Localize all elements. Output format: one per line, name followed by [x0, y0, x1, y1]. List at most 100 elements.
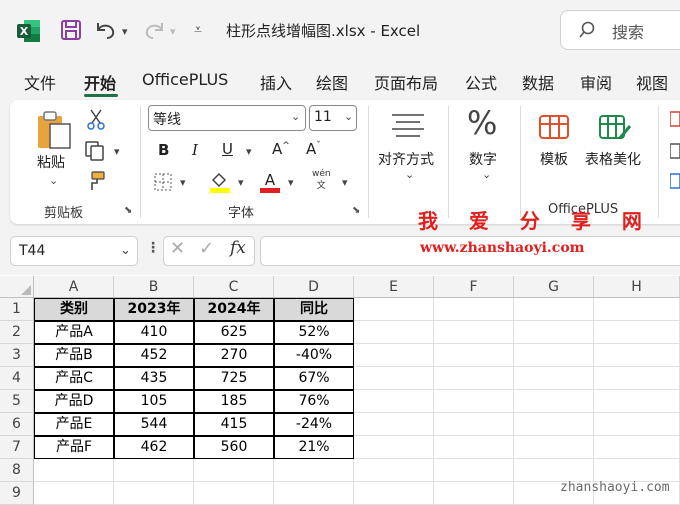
- cell-c3[interactable]: 270: [194, 344, 274, 367]
- cut-icon[interactable]: [86, 108, 106, 130]
- redo-dropdown-icon[interactable]: ▾: [170, 25, 176, 38]
- cell-e7[interactable]: [354, 436, 434, 459]
- cell-h5[interactable]: [594, 390, 680, 413]
- cell-a4[interactable]: 产品C: [34, 367, 114, 390]
- font-name-dropdown-icon[interactable]: ⌄: [291, 110, 300, 123]
- cell-b3[interactable]: 452: [114, 344, 194, 367]
- cell-h1[interactable]: [594, 298, 680, 321]
- phonetic-guide-icon[interactable]: wén 文: [312, 168, 331, 192]
- row-header-6[interactable]: 6: [0, 413, 34, 436]
- alignment-icon[interactable]: [390, 112, 426, 140]
- number-label[interactable]: 数字: [469, 149, 497, 169]
- cell-c4[interactable]: 725: [194, 367, 274, 390]
- tab-page-layout[interactable]: 页面布局: [374, 70, 438, 94]
- cell-c8[interactable]: [194, 459, 274, 482]
- column-header-e[interactable]: E: [354, 276, 434, 298]
- decrease-font-size-icon[interactable]: Aˇ: [306, 140, 321, 158]
- cell-e1[interactable]: [354, 298, 434, 321]
- border-icon[interactable]: [153, 172, 173, 192]
- fill-color-icon[interactable]: [208, 170, 232, 194]
- cell-c1[interactable]: 2024年: [194, 298, 274, 321]
- table-beautify-icon[interactable]: [598, 112, 632, 142]
- alignment-label[interactable]: 对齐方式: [378, 149, 434, 169]
- cell-d4[interactable]: 67%: [274, 367, 354, 390]
- insert-function-icon[interactable]: fx: [230, 238, 246, 258]
- italic-icon[interactable]: I: [192, 141, 198, 159]
- cell-d1[interactable]: 同比: [274, 298, 354, 321]
- cell-b7[interactable]: 462: [114, 436, 194, 459]
- cell-h3[interactable]: [594, 344, 680, 367]
- undo-icon[interactable]: [94, 19, 118, 41]
- column-header-b[interactable]: B: [114, 276, 194, 298]
- clipboard-launcher-icon[interactable]: ⬊: [124, 205, 132, 216]
- cell-f9[interactable]: [434, 482, 514, 505]
- cell-d5[interactable]: 76%: [274, 390, 354, 413]
- column-header-g[interactable]: G: [514, 276, 594, 298]
- percent-icon[interactable]: %: [467, 104, 497, 142]
- cell-g3[interactable]: [514, 344, 594, 367]
- row-header-8[interactable]: 8: [0, 459, 34, 482]
- underline-icon[interactable]: U: [222, 140, 233, 158]
- tab-view[interactable]: 视图: [636, 70, 668, 94]
- column-header-c[interactable]: C: [194, 276, 274, 298]
- cell-a2[interactable]: 产品A: [34, 321, 114, 344]
- cell-a7[interactable]: 产品F: [34, 436, 114, 459]
- paste-icon[interactable]: [36, 110, 74, 150]
- template-icon[interactable]: [538, 112, 572, 142]
- cell-b1[interactable]: 2023年: [114, 298, 194, 321]
- cell-a8[interactable]: [34, 459, 114, 482]
- tab-insert[interactable]: 插入: [260, 70, 292, 94]
- cell-b5[interactable]: 105: [114, 390, 194, 413]
- cell-d8[interactable]: [274, 459, 354, 482]
- cell-g6[interactable]: [514, 413, 594, 436]
- font-color-dropdown-icon[interactable]: ▾: [288, 176, 294, 189]
- cell-e8[interactable]: [354, 459, 434, 482]
- font-size-dropdown-icon[interactable]: ⌄: [344, 110, 353, 123]
- cell-c6[interactable]: 415: [194, 413, 274, 436]
- font-color-icon[interactable]: A: [258, 170, 282, 194]
- cell-d7[interactable]: 21%: [274, 436, 354, 459]
- format-painter-icon[interactable]: [84, 170, 106, 192]
- cell-e6[interactable]: [354, 413, 434, 436]
- cell-g2[interactable]: [514, 321, 594, 344]
- cell-e9[interactable]: [354, 482, 434, 505]
- cell-a9[interactable]: [34, 482, 114, 505]
- select-all-corner[interactable]: [0, 276, 34, 298]
- cell-h8[interactable]: [594, 459, 680, 482]
- cell-e3[interactable]: [354, 344, 434, 367]
- ribbon-overflow-icons[interactable]: [670, 110, 680, 190]
- tab-file[interactable]: 文件: [24, 70, 56, 94]
- cell-f7[interactable]: [434, 436, 514, 459]
- cell-f3[interactable]: [434, 344, 514, 367]
- cell-g4[interactable]: [514, 367, 594, 390]
- cell-e4[interactable]: [354, 367, 434, 390]
- cell-a1[interactable]: 类别: [34, 298, 114, 321]
- cell-h4[interactable]: [594, 367, 680, 390]
- tab-formulas[interactable]: 公式: [465, 70, 497, 94]
- cell-h2[interactable]: [594, 321, 680, 344]
- column-header-f[interactable]: F: [434, 276, 514, 298]
- column-header-a[interactable]: A: [34, 276, 114, 298]
- cell-f1[interactable]: [434, 298, 514, 321]
- row-header-1[interactable]: 1: [0, 298, 34, 321]
- font-name-combo[interactable]: 等线: [148, 105, 306, 131]
- cell-d2[interactable]: 52%: [274, 321, 354, 344]
- cell-b8[interactable]: [114, 459, 194, 482]
- row-header-3[interactable]: 3: [0, 344, 34, 367]
- undo-dropdown-icon[interactable]: ▾: [122, 25, 128, 38]
- cell-h7[interactable]: [594, 436, 680, 459]
- tab-draw[interactable]: 绘图: [316, 70, 348, 94]
- cell-g8[interactable]: [514, 459, 594, 482]
- row-header-5[interactable]: 5: [0, 390, 34, 413]
- cell-d3[interactable]: -40%: [274, 344, 354, 367]
- alignment-dropdown-icon[interactable]: ⌄: [405, 168, 414, 181]
- cell-g1[interactable]: [514, 298, 594, 321]
- copy-dropdown-icon[interactable]: ▾: [114, 145, 120, 158]
- cell-d9[interactable]: [274, 482, 354, 505]
- cell-c5[interactable]: 185: [194, 390, 274, 413]
- enter-icon[interactable]: ✓: [199, 238, 214, 259]
- cell-d6[interactable]: -24%: [274, 413, 354, 436]
- phonetic-dropdown-icon[interactable]: ▾: [342, 176, 348, 189]
- cell-f6[interactable]: [434, 413, 514, 436]
- table-beautify-label[interactable]: 表格美化: [585, 149, 641, 169]
